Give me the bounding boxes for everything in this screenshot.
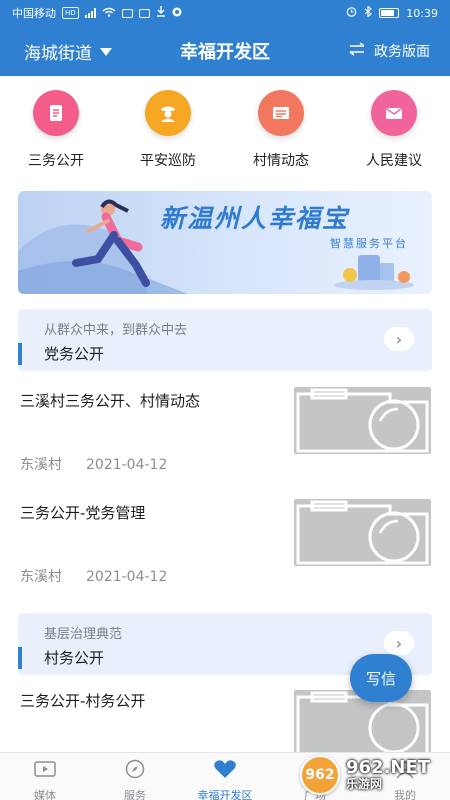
camera-placeholder-icon — [294, 387, 431, 454]
tab-label: 幸福开发区 — [197, 789, 253, 800]
quick-item-label: 三务公开 — [28, 153, 84, 169]
section-accent-bar — [18, 343, 22, 365]
location-label: 海城街道 — [24, 43, 92, 64]
switch-layout-button[interactable]: 政务版面 — [348, 26, 430, 76]
app-screen: 中国移动 HD 10:39 海城街道 幸福开发区 政务版面 三务公开 平安巡防 … — [0, 0, 450, 800]
watermark-site: 962.NET — [346, 757, 431, 779]
status-bar: 中国移动 HD 10:39 — [0, 0, 450, 26]
section-title: 村务公开 — [44, 649, 105, 667]
section-accent-bar — [18, 647, 22, 669]
tab-label: 媒体 — [34, 789, 56, 800]
top-app-bar: 海城街道 幸福开发区 政务版面 — [0, 26, 450, 76]
section-subtitle: 从群众中来，到群众中去 — [44, 323, 188, 338]
tab-media[interactable]: 媒体 — [0, 757, 90, 800]
article-meta: 东溪村 2021-04-12 — [20, 566, 167, 586]
article-title: 三务公开-村务公开 — [20, 692, 146, 710]
tab-services[interactable]: 服务 — [90, 757, 180, 800]
article-title: 三溪村三务公开、村情动态 — [20, 392, 201, 410]
switch-layout-label: 政务版面 — [374, 44, 430, 60]
list-item[interactable]: 三务公开-党务管理 东溪村 2021-04-12 — [0, 499, 450, 602]
heart-icon — [180, 757, 270, 781]
section-party-affairs[interactable]: 从群众中来，到群众中去 党务公开 › — [18, 309, 432, 371]
battery-icon — [379, 8, 400, 18]
document-icon — [33, 90, 79, 136]
location-selector[interactable]: 海城街道 — [24, 26, 112, 76]
chevron-right-icon[interactable]: › — [384, 327, 414, 351]
article-title: 三务公开-党务管理 — [20, 504, 146, 522]
wifi-icon — [102, 7, 116, 20]
quick-item-label: 人民建议 — [366, 153, 422, 169]
banner-title: 新温州人幸福宝 — [160, 204, 350, 233]
article-meta: 东溪村 2021-04-12 — [20, 454, 167, 474]
dropdown-arrow-icon — [100, 48, 112, 56]
site-watermark: 962 962.NET 乐游网 — [300, 750, 450, 800]
list-item[interactable]: 三溪村三务公开、村情动态 东溪村 2021-04-12 — [0, 387, 450, 490]
watermark-text: 962.NET 乐游网 — [346, 757, 431, 792]
quick-item-suggestions[interactable]: 人民建议 — [344, 90, 444, 170]
message-icon — [138, 8, 150, 18]
bluetooth-icon — [364, 5, 373, 20]
article-date: 2021-04-12 — [86, 457, 168, 473]
mail-icon — [371, 90, 417, 136]
write-letter-button[interactable]: 写信 — [350, 654, 412, 702]
tab-happy-zone[interactable]: 幸福开发区 — [180, 757, 270, 800]
quick-item-patrol[interactable]: 平安巡防 — [118, 90, 218, 170]
quick-item-three-affairs[interactable]: 三务公开 — [6, 90, 106, 170]
compass-icon — [90, 757, 180, 781]
camera-placeholder-icon — [294, 499, 431, 566]
hd-badge: HD — [62, 7, 79, 19]
section-title: 党务公开 — [44, 345, 105, 363]
watermark-subtitle: 乐游网 — [346, 777, 383, 792]
chevron-right-icon[interactable]: › — [384, 631, 414, 655]
news-icon — [258, 90, 304, 136]
police-icon — [145, 90, 191, 136]
swap-arrows-icon — [348, 42, 366, 60]
alarm-icon — [346, 6, 357, 20]
tab-label: 服务 — [124, 789, 146, 800]
article-source: 东溪村 — [20, 569, 62, 585]
quick-item-label: 村情动态 — [253, 153, 309, 169]
download-icon — [156, 6, 166, 20]
signal-icon — [84, 8, 96, 18]
section-subtitle: 基层治理典范 — [44, 627, 123, 642]
media-icon — [0, 757, 90, 781]
article-source: 东溪村 — [20, 457, 62, 473]
quick-item-village-news[interactable]: 村情动态 — [231, 90, 331, 170]
banner-subtitle: 智慧服务平台 — [330, 237, 408, 250]
quick-item-label: 平安巡防 — [140, 153, 196, 169]
status-time: 10:39 — [406, 6, 438, 20]
quick-actions: 三务公开 平安巡防 村情动态 人民建议 — [0, 90, 450, 178]
carrier-label: 中国移动 — [12, 7, 56, 20]
location-icon — [172, 7, 182, 20]
promo-banner[interactable]: 新温州人幸福宝 智慧服务平台 — [18, 191, 432, 294]
watermark-logo: 962 — [300, 755, 340, 795]
article-date: 2021-04-12 — [86, 569, 168, 585]
notification-app-icon — [121, 8, 133, 18]
